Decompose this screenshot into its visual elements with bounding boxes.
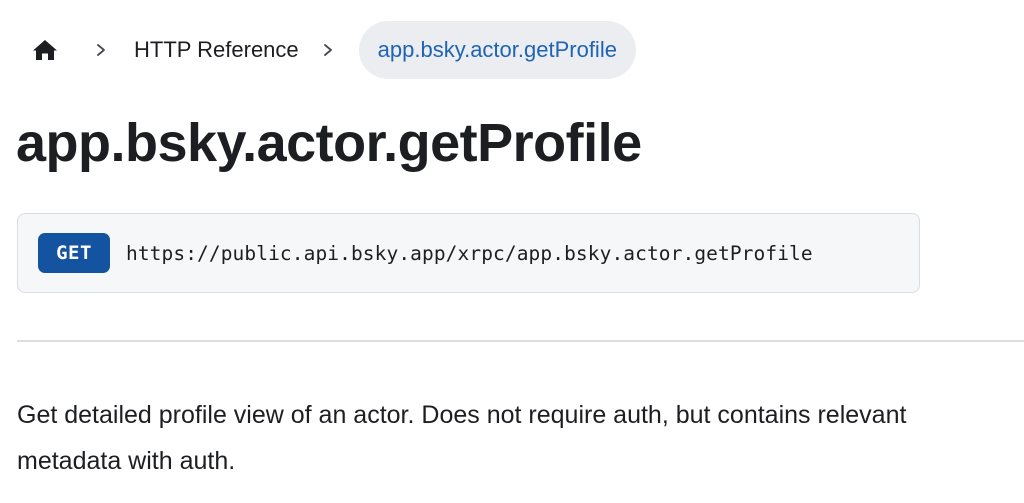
endpoint-box: GET https://public.api.bsky.app/xrpc/app… bbox=[17, 213, 920, 293]
chevron-right-icon bbox=[94, 40, 108, 60]
breadcrumb-item-http-reference[interactable]: HTTP Reference bbox=[134, 37, 299, 63]
endpoint-description: Get detailed profile view of an actor. D… bbox=[17, 401, 907, 475]
breadcrumb: HTTP Reference app.bsky.actor.getProfile bbox=[20, 21, 636, 79]
chevron-right-icon bbox=[321, 40, 335, 60]
method-badge: GET bbox=[38, 233, 110, 273]
breadcrumb-home-link[interactable] bbox=[16, 21, 74, 79]
breadcrumb-item-current: app.bsky.actor.getProfile bbox=[358, 21, 636, 79]
doc-page: HTTP Reference app.bsky.actor.getProfile… bbox=[0, 0, 1024, 503]
endpoint-url: https://public.api.bsky.app/xrpc/app.bsk… bbox=[126, 241, 813, 265]
page-title: app.bsky.actor.getProfile bbox=[16, 113, 642, 173]
home-icon bbox=[33, 40, 57, 60]
divider bbox=[17, 340, 1024, 342]
